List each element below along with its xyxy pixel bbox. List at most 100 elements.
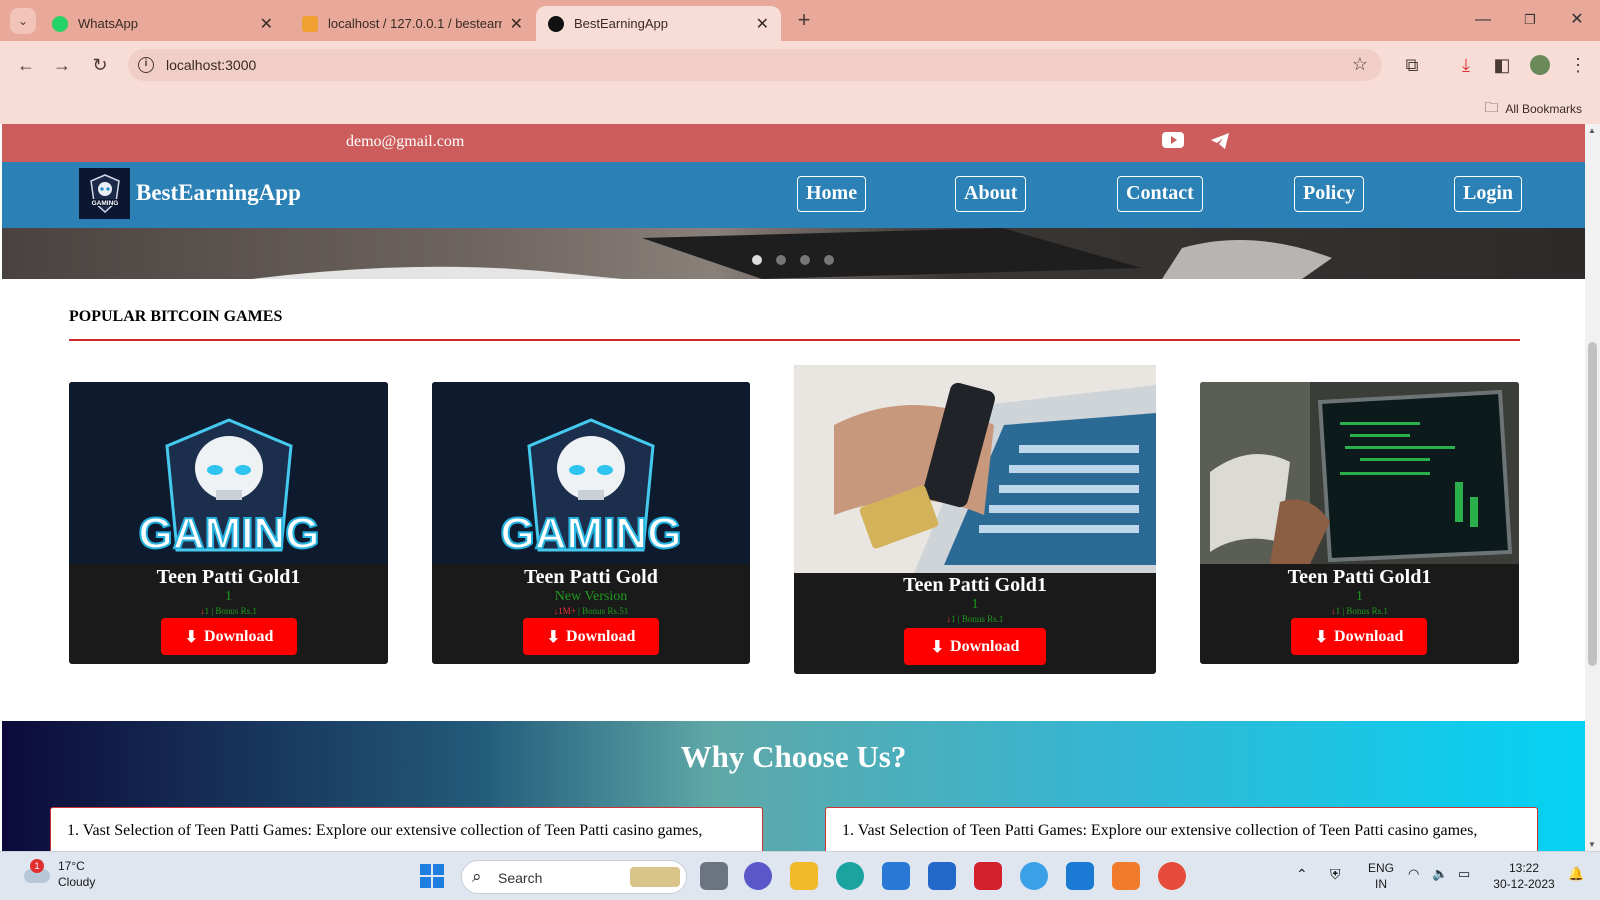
- clock[interactable]: 13:22 30-12-2023: [1488, 860, 1560, 892]
- side-panel-icon[interactable]: ◧: [1490, 53, 1514, 77]
- profile-avatar[interactable]: [1530, 55, 1550, 75]
- game-version: 1: [225, 589, 232, 604]
- download-button[interactable]: ⬇ Download: [1291, 618, 1427, 655]
- minimize-icon[interactable]: —: [1468, 8, 1498, 32]
- task-view-icon[interactable]: [700, 862, 728, 890]
- notification-bell-icon[interactable]: 🔔: [1568, 866, 1584, 882]
- wifi-icon[interactable]: ◠: [1408, 866, 1419, 882]
- scroll-down-icon[interactable]: ▼: [1588, 840, 1596, 849]
- all-bookmarks-button[interactable]: 🗀 All Bookmarks: [1484, 97, 1582, 121]
- tab-phpmyadmin[interactable]: localhost / 127.0.0.1 / bestearn ✕: [290, 6, 535, 41]
- xampp-icon[interactable]: [1112, 862, 1140, 890]
- game-version: New Version: [554, 589, 628, 604]
- search-highlight-icon: [630, 867, 680, 887]
- download-label: Download: [204, 627, 274, 645]
- url-text[interactable]: localhost:3000: [166, 57, 256, 73]
- site-info-icon[interactable]: i: [138, 57, 154, 73]
- nav-home-button[interactable]: Home: [797, 176, 867, 212]
- weather-temp: 17°C: [58, 859, 85, 873]
- whatsapp-icon: [52, 15, 68, 32]
- extensions-icon[interactable]: ⧉: [1400, 53, 1424, 77]
- scroll-up-icon[interactable]: ▲: [1588, 126, 1596, 135]
- volume-icon[interactable]: 🔈: [1432, 866, 1448, 882]
- game-downloads: 1: [204, 606, 210, 616]
- game-bonus: | Bonus Rs.1: [211, 606, 257, 616]
- store-icon[interactable]: [882, 862, 910, 890]
- chrome-icon[interactable]: [1158, 862, 1186, 890]
- youtube-icon[interactable]: [1162, 132, 1184, 148]
- scrollbar-thumb[interactable]: [1588, 342, 1597, 666]
- menu-icon[interactable]: ⋮: [1566, 53, 1590, 77]
- section-title: POPULAR BITCOIN GAMES: [69, 308, 283, 325]
- laptop-phone-image: [794, 365, 1156, 573]
- download-button[interactable]: ⬇ Download: [523, 618, 659, 655]
- language-indicator[interactable]: ENG IN: [1364, 860, 1398, 892]
- gaming-logo-image: GAMING: [432, 382, 750, 564]
- close-window-icon[interactable]: ✕: [1562, 8, 1592, 32]
- security-tray-icon[interactable]: ⛨: [1330, 866, 1341, 882]
- tab-bestearningapp[interactable]: BestEarningApp ✕: [536, 6, 781, 41]
- forward-icon[interactable]: →: [50, 53, 74, 77]
- download-arrow-icon: ⬇: [930, 638, 945, 656]
- telegram-icon[interactable]: [1210, 132, 1230, 150]
- download-icon[interactable]: ⤓: [1454, 53, 1478, 77]
- close-tab-icon[interactable]: ✕: [260, 14, 273, 34]
- folder-icon: 🗀: [1484, 99, 1499, 115]
- vscode-icon[interactable]: [1066, 862, 1094, 890]
- help-icon[interactable]: [1020, 862, 1048, 890]
- why-choose-us-section: Why Choose Us? 1. Vast Selection of Teen…: [2, 721, 1585, 851]
- brand-name[interactable]: BestEarningApp: [136, 180, 301, 206]
- address-bar[interactable]: i localhost:3000 ☆: [128, 49, 1382, 81]
- nav-login-button[interactable]: Login: [1454, 176, 1523, 212]
- top-contact-bar: demo@gmail.com: [2, 124, 1585, 162]
- carousel-dot[interactable]: [752, 255, 762, 265]
- tab-whatsapp[interactable]: WhatsApp ✕: [40, 6, 285, 41]
- nav-about-button[interactable]: About: [955, 176, 1027, 212]
- battery-icon[interactable]: ▭: [1458, 866, 1470, 882]
- taskbar-search[interactable]: ⌕ Search: [461, 860, 687, 894]
- mcafee-icon[interactable]: [974, 862, 1002, 890]
- nav-contact-button[interactable]: Contact: [1117, 176, 1203, 212]
- phpmyadmin-icon: [302, 15, 318, 32]
- game-downloads: 1: [951, 614, 956, 624]
- download-label: Download: [566, 627, 636, 645]
- game-title: Teen Patti Gold: [524, 566, 658, 588]
- game-card: GAMING Teen Patti Gold New Version ↓1M+ …: [432, 382, 750, 664]
- page-scrollbar[interactable]: ▲ ▼: [1585, 124, 1600, 851]
- game-title: Teen Patti Gold1: [903, 574, 1047, 596]
- weather-widget[interactable]: 1 17°C Cloudy: [22, 858, 95, 890]
- edge-icon[interactable]: [836, 862, 864, 890]
- close-tab-icon[interactable]: ✕: [510, 14, 523, 34]
- contact-email[interactable]: demo@gmail.com: [346, 133, 464, 151]
- reload-icon[interactable]: ↻: [88, 53, 112, 77]
- mylic-app-icon[interactable]: [928, 862, 956, 890]
- carousel-dot[interactable]: [776, 255, 786, 265]
- why-title: Why Choose Us?: [680, 739, 907, 774]
- restore-icon[interactable]: ❐: [1515, 8, 1545, 32]
- site-logo[interactable]: GAMING: [79, 168, 130, 219]
- close-tab-icon[interactable]: ✕: [756, 14, 769, 34]
- page-viewport: demo@gmail.com GAMING BestEarningApp Hom…: [0, 124, 1600, 851]
- windows-start-icon[interactable]: [418, 862, 446, 890]
- chat-app-icon[interactable]: [744, 862, 772, 890]
- file-explorer-icon[interactable]: [790, 862, 818, 890]
- carousel-dot[interactable]: [824, 255, 834, 265]
- tray-overflow-chevron-icon[interactable]: ⌃: [1296, 866, 1308, 882]
- download-button[interactable]: ⬇ Download: [904, 628, 1046, 665]
- game-downloads: 1: [1335, 606, 1341, 616]
- section-divider: [69, 339, 1520, 341]
- nav-policy-button[interactable]: Policy: [1294, 176, 1365, 212]
- download-button[interactable]: ⬇ Download: [161, 618, 297, 655]
- download-label: Download: [950, 637, 1020, 655]
- laptop-code-image: [1200, 382, 1519, 564]
- browser-chrome: ⌄ WhatsApp ✕ localhost / 127.0.0.1 / bes…: [0, 0, 1600, 124]
- svg-text:GAMING: GAMING: [501, 509, 682, 558]
- bookmark-star-icon[interactable]: ☆: [1352, 54, 1368, 75]
- back-icon[interactable]: ←: [14, 53, 38, 77]
- game-bonus: | Bonus Rs.51: [578, 606, 629, 616]
- tab-search-chevron-icon[interactable]: ⌄: [10, 8, 36, 34]
- download-label: Download: [1334, 627, 1404, 645]
- new-tab-icon[interactable]: +: [792, 8, 816, 32]
- carousel-dot[interactable]: [800, 255, 810, 265]
- game-meta: ↓1 | Bonus Rs.1: [1331, 606, 1388, 616]
